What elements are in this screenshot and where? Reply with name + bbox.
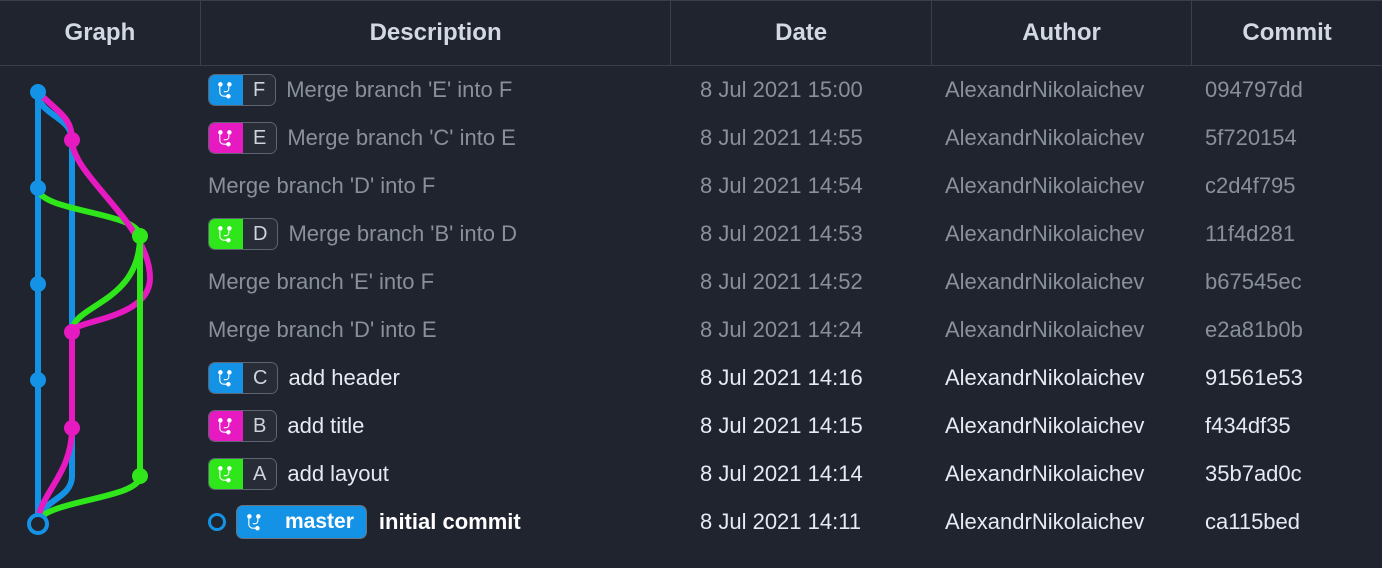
- col-header-author[interactable]: Author: [931, 1, 1191, 66]
- commit-date: 8 Jul 2021 14:53: [670, 210, 930, 258]
- commit-hash[interactable]: ca115bed: [1190, 498, 1380, 546]
- branch-icon: [209, 363, 243, 393]
- branch-label: F: [243, 75, 275, 105]
- commit-message: Merge branch 'E' into F: [208, 269, 434, 295]
- branch-badge[interactable]: E: [208, 122, 277, 154]
- branch-label: D: [243, 219, 277, 249]
- commit-date: 8 Jul 2021 14:52: [670, 258, 930, 306]
- commit-row[interactable]: F Merge branch 'E' into F: [200, 66, 670, 114]
- commit-row[interactable]: B add title: [200, 402, 670, 450]
- commit-hash[interactable]: 094797dd: [1190, 66, 1380, 114]
- branch-icon: [209, 411, 243, 441]
- branch-label: B: [243, 411, 276, 441]
- branch-label: A: [243, 459, 276, 489]
- commit-hash[interactable]: c2d4f795: [1190, 162, 1380, 210]
- commit-message: initial commit: [379, 509, 521, 535]
- commit-date: 8 Jul 2021 14:14: [670, 450, 930, 498]
- commit-date: 8 Jul 2021 14:24: [670, 306, 930, 354]
- commit-date: 8 Jul 2021 14:16: [670, 354, 930, 402]
- commit-author: AlexandrNikolaichev: [930, 402, 1190, 450]
- commit-table-body: F Merge branch 'E' into F 8 Jul 2021 15:…: [0, 66, 1382, 546]
- branch-icon: [209, 459, 243, 489]
- commit-author: AlexandrNikolaichev: [930, 306, 1190, 354]
- branch-badge[interactable]: D: [208, 218, 278, 250]
- commit-message: add layout: [287, 461, 389, 487]
- branch-badge[interactable]: F: [208, 74, 276, 106]
- commit-message: add title: [287, 413, 364, 439]
- commit-date: 8 Jul 2021 14:54: [670, 162, 930, 210]
- commit-author: AlexandrNikolaichev: [930, 498, 1190, 546]
- commit-row[interactable]: C add header: [200, 354, 670, 402]
- commit-message: Merge branch 'B' into D: [288, 221, 517, 247]
- col-header-date[interactable]: Date: [671, 1, 931, 66]
- col-header-description[interactable]: Description: [200, 1, 671, 66]
- commit-date: 8 Jul 2021 14:55: [670, 114, 930, 162]
- commit-hash[interactable]: e2a81b0b: [1190, 306, 1380, 354]
- branch-label: master: [273, 510, 366, 534]
- commit-row[interactable]: A add layout: [200, 450, 670, 498]
- commit-author: AlexandrNikolaichev: [930, 354, 1190, 402]
- branch-badge[interactable]: C: [208, 362, 278, 394]
- commit-hash[interactable]: 11f4d281: [1190, 210, 1380, 258]
- commit-author: AlexandrNikolaichev: [930, 210, 1190, 258]
- commit-message: Merge branch 'C' into E: [287, 125, 516, 151]
- branch-badge[interactable]: B: [208, 410, 277, 442]
- branch-icon: [209, 123, 243, 153]
- commit-message: Merge branch 'D' into E: [208, 317, 437, 343]
- branch-badge[interactable]: A: [208, 458, 277, 490]
- branch-label: E: [243, 123, 276, 153]
- commit-row[interactable]: E Merge branch 'C' into E: [200, 114, 670, 162]
- col-header-commit[interactable]: Commit: [1192, 1, 1382, 66]
- commit-message: add header: [288, 365, 399, 391]
- branch-icon: [237, 506, 273, 538]
- col-header-graph[interactable]: Graph: [0, 1, 200, 66]
- commit-hash[interactable]: b67545ec: [1190, 258, 1380, 306]
- commit-author: AlexandrNikolaichev: [930, 114, 1190, 162]
- commit-row[interactable]: Merge branch 'D' into E: [200, 306, 670, 354]
- commit-date: 8 Jul 2021 14:15: [670, 402, 930, 450]
- head-ring-icon: [208, 513, 226, 531]
- commit-author: AlexandrNikolaichev: [930, 162, 1190, 210]
- commit-hash[interactable]: f434df35: [1190, 402, 1380, 450]
- commit-graph-svg: [20, 74, 190, 554]
- commit-table-header: Graph Description Date Author Commit: [0, 0, 1382, 66]
- commit-message: Merge branch 'D' into F: [208, 173, 435, 199]
- commit-author: AlexandrNikolaichev: [930, 258, 1190, 306]
- commit-author: AlexandrNikolaichev: [930, 66, 1190, 114]
- commit-message: Merge branch 'E' into F: [286, 77, 512, 103]
- commit-hash[interactable]: 5f720154: [1190, 114, 1380, 162]
- commit-hash[interactable]: 35b7ad0c: [1190, 450, 1380, 498]
- branch-label: C: [243, 363, 277, 393]
- branch-badge-master[interactable]: master: [236, 505, 367, 539]
- commit-hash[interactable]: 91561e53: [1190, 354, 1380, 402]
- commit-row[interactable]: Merge branch 'E' into F: [200, 258, 670, 306]
- branch-icon: [209, 75, 243, 105]
- commit-row[interactable]: master initial commit: [200, 498, 670, 546]
- branch-icon: [209, 219, 243, 249]
- commit-author: AlexandrNikolaichev: [930, 450, 1190, 498]
- commit-row[interactable]: D Merge branch 'B' into D: [200, 210, 670, 258]
- commit-row[interactable]: Merge branch 'D' into F: [200, 162, 670, 210]
- graph-column: [0, 66, 200, 546]
- commit-date: 8 Jul 2021 15:00: [670, 66, 930, 114]
- commit-date: 8 Jul 2021 14:11: [670, 498, 930, 546]
